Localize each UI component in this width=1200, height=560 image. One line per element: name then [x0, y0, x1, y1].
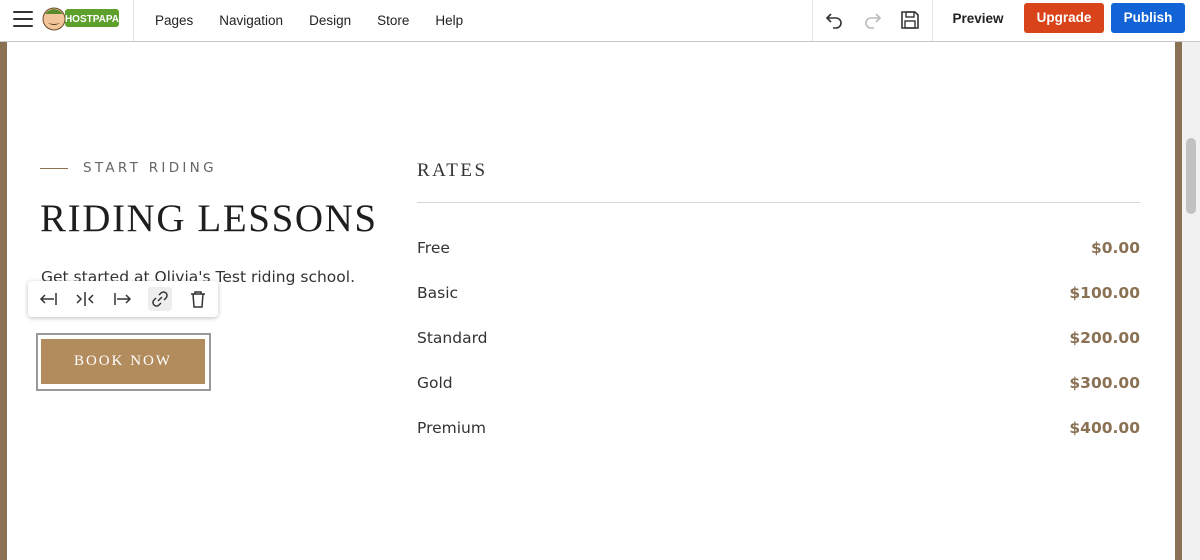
align-center-icon[interactable]: [73, 287, 97, 311]
rate-price: $300.00: [1069, 374, 1140, 392]
menu-item-navigation[interactable]: Navigation: [219, 13, 283, 28]
align-left-icon[interactable]: [36, 287, 60, 311]
section-heading[interactable]: RIDING LESSONS: [40, 196, 378, 241]
rate-price: $100.00: [1069, 284, 1140, 302]
trash-icon[interactable]: [186, 287, 210, 311]
rate-name: Basic: [417, 284, 459, 302]
rate-name: Gold: [417, 374, 453, 392]
rate-row[interactable]: Basic $100.00: [417, 284, 1140, 308]
element-toolbar: [28, 281, 218, 317]
menu-item-pages[interactable]: Pages: [155, 13, 193, 28]
divider: [932, 0, 933, 41]
main-menu: Pages Navigation Design Store Help: [155, 0, 489, 41]
eyebrow-line: [40, 168, 68, 169]
logo-text: HOSTPAPA: [65, 14, 119, 25]
divider: [812, 0, 813, 41]
hamburger-icon[interactable]: [13, 11, 33, 29]
hostpapa-logo[interactable]: HOSTPAPA: [41, 4, 121, 34]
upgrade-button[interactable]: Upgrade: [1024, 3, 1104, 33]
menu-item-store[interactable]: Store: [377, 13, 409, 28]
book-now-button[interactable]: BOOK NOW: [41, 339, 205, 384]
rate-name: Standard: [417, 329, 488, 347]
rate-price: $0.00: [1090, 239, 1140, 257]
undo-icon[interactable]: [824, 9, 846, 31]
rate-row[interactable]: Standard $200.00: [417, 329, 1140, 353]
preview-button[interactable]: Preview: [947, 9, 1009, 29]
scrollbar-thumb[interactable]: [1186, 138, 1196, 214]
rates-title[interactable]: RATES: [417, 160, 488, 182]
vertical-scrollbar[interactable]: [1182, 42, 1200, 560]
rate-name: Free: [417, 239, 450, 257]
divider: [133, 0, 134, 41]
rate-row[interactable]: Gold $300.00: [417, 374, 1140, 398]
save-icon[interactable]: [899, 9, 921, 31]
rate-price: $400.00: [1069, 419, 1140, 437]
rate-price: $200.00: [1069, 329, 1140, 347]
align-right-icon[interactable]: [111, 287, 135, 311]
rate-name: Premium: [417, 419, 486, 437]
rate-row[interactable]: Premium $400.00: [417, 419, 1140, 443]
redo-icon[interactable]: [861, 9, 883, 31]
editor-top-bar: HOSTPAPA Pages Navigation Design Store H…: [0, 0, 1200, 42]
menu-item-help[interactable]: Help: [435, 13, 463, 28]
link-icon[interactable]: [148, 287, 172, 311]
publish-button[interactable]: Publish: [1111, 3, 1185, 33]
rates-divider: [417, 202, 1140, 203]
menu-item-design[interactable]: Design: [309, 13, 351, 28]
rate-row[interactable]: Free $0.00: [417, 239, 1140, 263]
section-eyebrow[interactable]: START RIDING: [83, 160, 217, 176]
